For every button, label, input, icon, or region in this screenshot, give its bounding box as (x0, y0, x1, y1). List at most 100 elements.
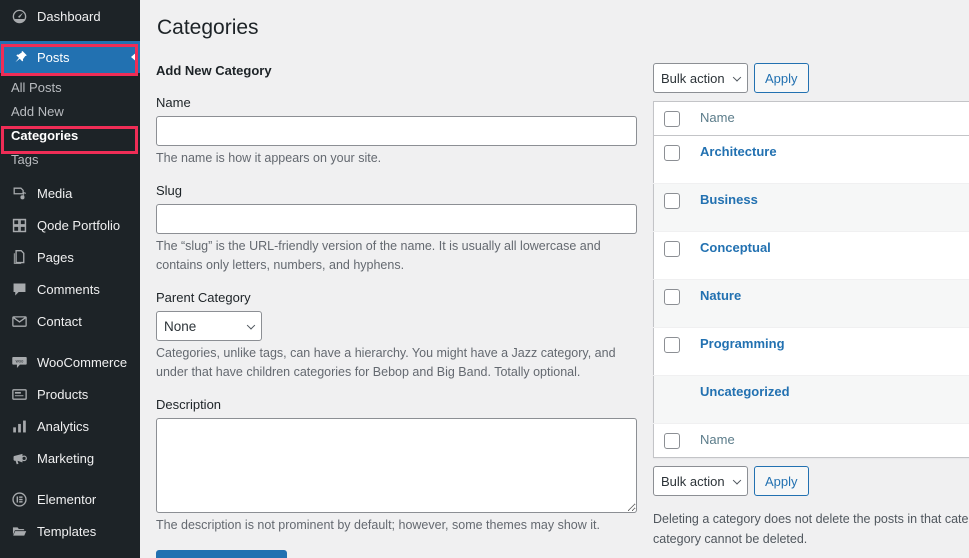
media-icon (9, 183, 29, 203)
name-label: Name (156, 95, 191, 111)
row-select-cell (653, 183, 690, 233)
parent-category-select-wrap: None (156, 311, 262, 342)
slug-input[interactable] (156, 204, 637, 235)
woocommerce-icon: woo (9, 352, 29, 372)
sidebar-item-templates[interactable]: Templates (0, 515, 140, 547)
sidebar-item-comments[interactable]: Comments (0, 273, 140, 305)
dashboard-gauge-icon (9, 6, 29, 26)
bulk-actions-bottom-wrap: Bulk actions (653, 466, 748, 497)
sidebar-item-pages[interactable]: Pages (0, 241, 140, 273)
sidebar-subitem-all-posts[interactable]: All Posts (0, 75, 140, 99)
row-checkbox[interactable] (664, 241, 680, 258)
tablenav-bottom: Bulk actions Apply (653, 466, 969, 497)
category-name-link[interactable]: Architecture (700, 144, 777, 159)
sidebar-item-woocommerce[interactable]: woo WooCommerce (0, 346, 140, 378)
name-help-text: The name is how it appears on your site. (156, 151, 382, 166)
description-label: Description (156, 396, 222, 412)
sidebar-subitem-label: Tags (11, 151, 39, 167)
category-name-link[interactable]: Nature (700, 288, 741, 303)
row-select-cell (653, 231, 690, 281)
table-row: Uncategorized (653, 375, 969, 425)
main-content: Categories Add New Category Name The nam… (140, 0, 969, 558)
name-column-header: Name (690, 101, 969, 137)
sidebar-item-qode-portfolio[interactable]: Qode Portfolio (0, 209, 140, 241)
bulk-actions-select-top[interactable]: Bulk actions (653, 63, 748, 94)
table-footer-row: Name (653, 423, 969, 458)
sidebar-separator (0, 337, 140, 346)
sidebar-item-dashboard[interactable]: Dashboard (0, 0, 140, 32)
form-heading: Add New Category (156, 63, 272, 79)
select-all-checkbox-top[interactable] (664, 111, 680, 128)
category-name-link[interactable]: Uncategorized (700, 384, 790, 399)
delete-category-note: Deleting a category does not delete the … (653, 510, 969, 549)
name-input[interactable] (156, 116, 637, 147)
sidebar-subitem-add-new[interactable]: Add New (0, 99, 140, 123)
sidebar-subitem-tags[interactable]: Tags (0, 147, 140, 171)
add-new-category-button[interactable]: Add New Category (156, 549, 288, 558)
table-row: Architecture (653, 135, 969, 185)
sidebar-item-marketing[interactable]: Marketing (0, 442, 140, 474)
tablenav-top: Bulk actions Apply (653, 63, 969, 94)
row-name-cell: Programming (690, 327, 969, 377)
sidebar-item-contact[interactable]: Contact (0, 305, 140, 337)
row-checkbox[interactable] (664, 337, 680, 354)
category-name-link[interactable]: Conceptual (700, 240, 771, 255)
sidebar-item-label: Posts (37, 49, 70, 65)
sidebar-subitem-label: All Posts (11, 79, 62, 95)
sidebar-item-label: Dashboard (37, 8, 101, 24)
sidebar-item-label: Qode Portfolio (37, 217, 121, 233)
add-new-category-form: Add New Category Name The name is how it… (156, 63, 653, 558)
sidebar-item-label: Pages (37, 249, 74, 265)
name-column-footer-link[interactable]: Name (700, 432, 735, 447)
bar-chart-icon (9, 416, 29, 436)
grid-icon (9, 215, 29, 235)
posts-submenu: All Posts Add New Categories Tags (0, 73, 140, 177)
categories-list-section: Bulk actions Apply Name Architecture Bus… (653, 63, 969, 549)
sidebar-item-label: Analytics (37, 418, 90, 434)
categories-table: Name Architecture Business Conceptual Natur… (653, 101, 969, 459)
sidebar-item-posts[interactable]: Posts (0, 41, 140, 73)
row-name-cell: Uncategorized (690, 375, 969, 425)
elementor-icon (9, 489, 29, 509)
sidebar-item-analytics[interactable]: Analytics (0, 410, 140, 442)
sidebar-item-products[interactable]: Products (0, 378, 140, 410)
row-checkbox[interactable] (664, 193, 680, 210)
pin-icon (9, 47, 29, 67)
sidebar-subitem-categories[interactable]: Categories (0, 123, 140, 147)
category-name-link[interactable]: Business (700, 192, 758, 207)
apply-button-top[interactable]: Apply (754, 63, 809, 94)
sidebar-item-label: WooCommerce (37, 354, 128, 370)
wordpress-admin-categories-page: Dashboard Posts All Posts Add New Categories… (0, 0, 969, 558)
apply-button-bottom[interactable]: Apply (754, 466, 809, 497)
delete-category-note-line1: Deleting a category does not delete the … (653, 512, 969, 527)
table-row: Nature (653, 279, 969, 329)
sidebar-separator (0, 32, 140, 41)
sidebar-item-label: Products (37, 386, 89, 402)
bulk-actions-select-bottom[interactable]: Bulk actions (653, 466, 748, 497)
sidebar-item-elementor[interactable]: Elementor (0, 483, 140, 515)
row-checkbox[interactable] (664, 145, 680, 162)
name-column-footer: Name (690, 423, 969, 458)
megaphone-icon (9, 448, 29, 468)
folder-icon (9, 521, 29, 541)
row-name-cell: Business (690, 183, 969, 233)
svg-text:woo: woo (15, 358, 23, 363)
slug-help-text: The “slug” is the URL-friendly version o… (156, 239, 601, 273)
slug-label: Slug (156, 183, 183, 199)
parent-category-select[interactable]: None (156, 311, 262, 342)
row-checkbox[interactable] (664, 289, 680, 306)
name-column-header-link[interactable]: Name (700, 110, 735, 125)
page-title: Categories (157, 16, 259, 39)
description-textarea[interactable] (156, 417, 637, 513)
description-help-text: The description is not prominent by defa… (156, 517, 600, 532)
sidebar-item-label: Media (37, 185, 73, 201)
delete-category-note-line2: category cannot be deleted. (653, 531, 808, 546)
category-name-link[interactable]: Programming (700, 336, 785, 351)
select-all-checkbox-bottom[interactable] (664, 433, 680, 450)
row-select-cell (653, 327, 690, 377)
sidebar-item-media[interactable]: Media (0, 177, 140, 209)
sidebar-separator (0, 474, 140, 483)
sidebar-subitem-label: Categories (11, 127, 79, 143)
select-all-header-cell (653, 101, 690, 137)
sidebar-item-label: Contact (37, 313, 82, 329)
